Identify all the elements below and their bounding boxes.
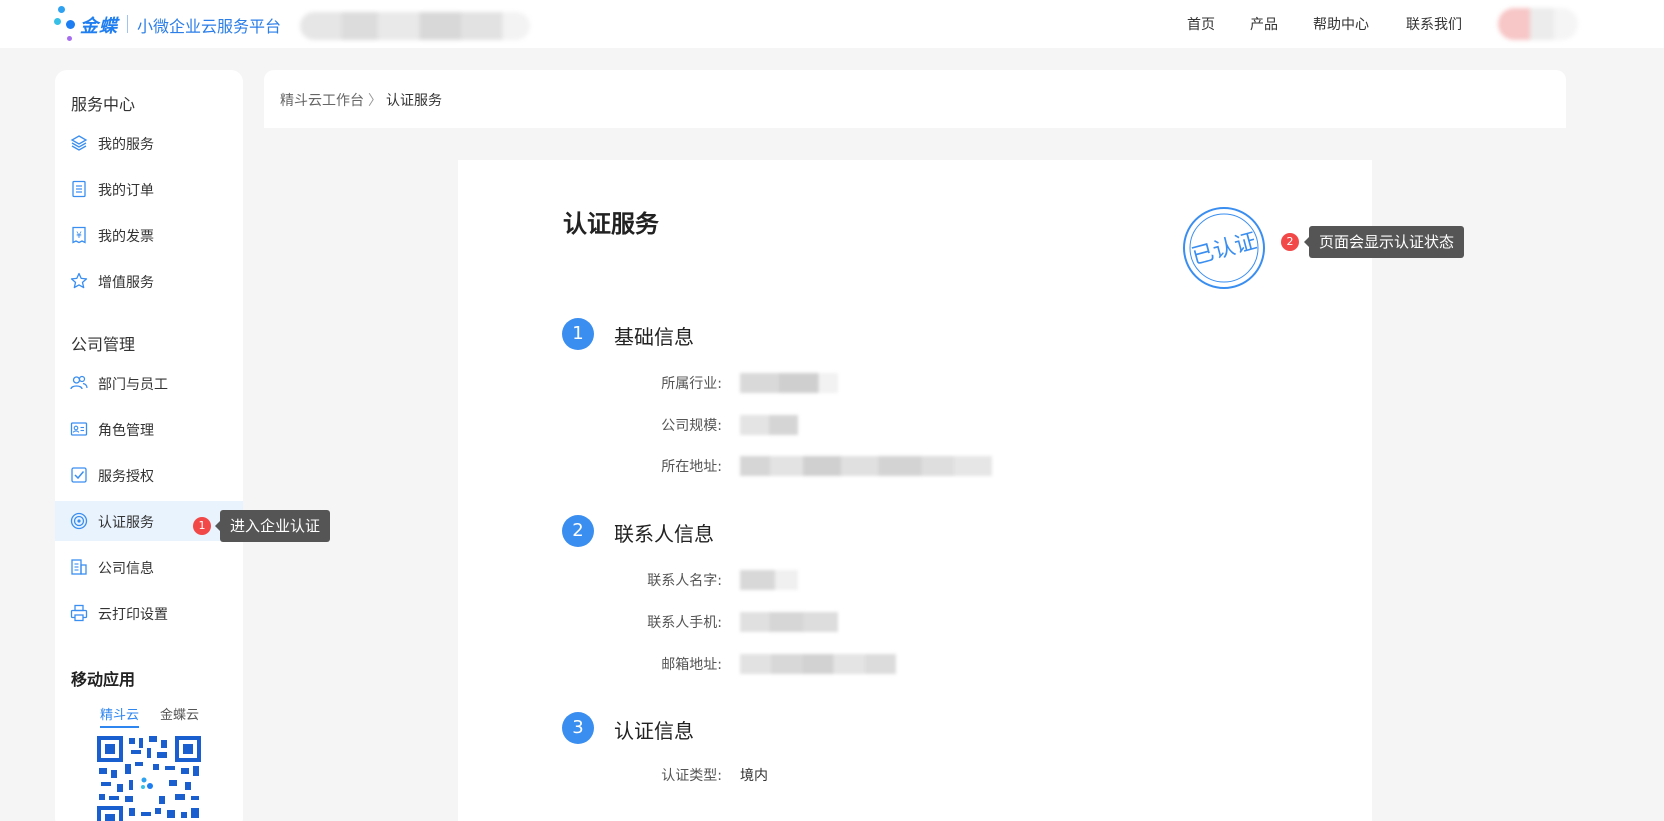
tooltip-enter-certification: 进入企业认证 [214, 510, 331, 542]
certification-card: 认证服务 已认证 1 基础信息 所属行业: 公司规模: 所在地址: 2 联系人信… [458, 160, 1372, 821]
redacted-contact-name-value [740, 570, 798, 590]
section-title-basic-info: 基础信息 [614, 325, 694, 349]
sidebar-item-label: 公司信息 [98, 561, 154, 577]
tab-jingdouyun[interactable]: 精斗云 [100, 704, 140, 728]
sidebar-item-label: 我的服务 [98, 137, 154, 153]
sidebar-item-label: 我的订单 [98, 183, 154, 199]
sidebar-item-service-auth[interactable]: 服务授权 [55, 455, 243, 495]
label-contact-name: 联系人名字: [647, 573, 722, 589]
sidebar-item-roles[interactable]: 角色管理 [55, 409, 243, 449]
certification-type-value: 境内 [740, 768, 768, 784]
star-icon [70, 272, 88, 289]
label-address: 所在地址: [661, 459, 722, 475]
tab-kingdee-cloud[interactable]: 金蝶云 [160, 704, 199, 723]
sidebar: 服务中心 我的服务 我的订单 ¥ 我的发票 增值服务 公司管理 部门与员工 角色… [55, 70, 243, 821]
section-number-1: 1 [562, 318, 594, 350]
nav-home[interactable]: 首页 [1187, 14, 1215, 34]
sidebar-item-label: 增值服务 [98, 275, 154, 291]
tooltip-certification-status: 页面会显示认证状态 [1303, 226, 1465, 258]
breadcrumb: 精斗云工作台〉认证服务 [280, 90, 442, 110]
label-certification-type: 认证类型: [661, 768, 722, 784]
breadcrumb-workbench-link[interactable]: 精斗云工作台 [280, 93, 364, 109]
sidebar-item-my-invoices[interactable]: ¥ 我的发票 [55, 215, 243, 255]
nav-products[interactable]: 产品 [1250, 14, 1278, 34]
nav-help-center[interactable]: 帮助中心 [1313, 14, 1369, 34]
qr-code-image [95, 734, 203, 821]
printer-icon [70, 604, 88, 622]
sidebar-item-company-info[interactable]: 公司信息 [55, 547, 243, 587]
invoice-icon: ¥ [72, 226, 86, 244]
redacted-contact-phone-value [740, 612, 838, 632]
mobile-apps-title: 移动应用 [71, 670, 136, 689]
service-center-title: 服务中心 [71, 95, 136, 114]
sidebar-item-label: 角色管理 [98, 423, 154, 439]
label-contact-phone: 联系人手机: [647, 615, 722, 631]
sidebar-item-label: 云打印设置 [98, 607, 168, 623]
sidebar-item-my-orders[interactable]: 我的订单 [55, 169, 243, 209]
target-icon [70, 512, 88, 530]
checkbox-icon [71, 467, 87, 483]
breadcrumb-current: 认证服务 [386, 93, 442, 109]
sidebar-item-value-added[interactable]: 增值服务 [55, 261, 243, 301]
layers-icon [70, 135, 88, 151]
certified-stamp-icon: 已认证 [1183, 207, 1265, 289]
company-management-title: 公司管理 [71, 335, 136, 354]
label-industry: 所属行业: [661, 376, 722, 392]
sidebar-item-label: 我的发票 [98, 229, 154, 245]
sidebar-item-departments[interactable]: 部门与员工 [55, 363, 243, 403]
breadcrumb-bar: 精斗云工作台〉认证服务 [264, 70, 1566, 128]
company-info-icon [71, 559, 87, 575]
redacted-size-value [740, 415, 798, 435]
tooltip-text: 进入企业认证 [230, 517, 321, 535]
tooltip-text: 页面会显示认证状态 [1319, 233, 1455, 251]
step-badge-2: 2 [1281, 233, 1299, 251]
platform-name[interactable]: 小微企业云服务平台 [137, 13, 281, 37]
order-list-icon [72, 180, 86, 198]
sidebar-item-my-services[interactable]: 我的服务 [55, 123, 243, 163]
redacted-address-value [740, 456, 992, 476]
breadcrumb-separator: 〉 [368, 93, 382, 109]
user-avatar[interactable] [1498, 8, 1578, 40]
brand-divider [127, 15, 128, 33]
section-title-contact-info: 联系人信息 [614, 522, 714, 546]
top-header: 金蝶 小微企业云服务平台 首页 产品 帮助中心 联系我们 [0, 0, 1664, 48]
brand-name[interactable]: 金蝶 [80, 12, 118, 38]
sidebar-item-label: 服务授权 [98, 469, 154, 485]
step-badge-1: 1 [193, 517, 211, 535]
sidebar-item-label: 部门与员工 [98, 377, 168, 393]
nav-contact-us[interactable]: 联系我们 [1406, 14, 1462, 34]
section-title-certification-info: 认证信息 [614, 719, 694, 743]
svg-text:¥: ¥ [76, 231, 82, 241]
stamp-text: 已认证 [1189, 229, 1259, 270]
label-email: 邮箱地址: [661, 657, 722, 673]
sidebar-item-label: 认证服务 [98, 515, 154, 531]
redacted-email-value [740, 654, 896, 674]
page-title: 认证服务 [563, 210, 659, 238]
section-number-2: 2 [562, 515, 594, 547]
users-icon [70, 375, 88, 390]
sidebar-item-cloud-print[interactable]: 云打印设置 [55, 593, 243, 633]
redacted-industry-value [740, 373, 838, 393]
section-number-3: 3 [562, 712, 594, 744]
redacted-company-name [300, 12, 530, 40]
id-card-icon [70, 422, 88, 436]
label-company-size: 公司规模: [661, 418, 722, 434]
